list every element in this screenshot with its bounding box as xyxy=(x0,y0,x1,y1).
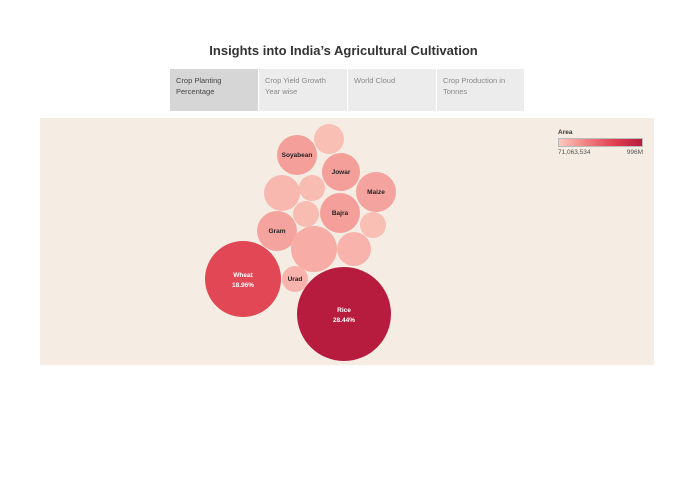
bubble-unlabeled-4[interactable] xyxy=(293,201,319,227)
bubble-label-urad: Urad xyxy=(288,276,303,283)
legend-min-label: 71,063,534 xyxy=(558,149,591,156)
bubble-unlabeled-2[interactable] xyxy=(264,175,300,211)
bubble-pct-wheat: 18.96% xyxy=(232,282,254,289)
bubble-chart-area: Rice 28.44% Wheat 18.96% Soyabean Jowar Maize B… xyxy=(40,118,654,365)
bubble-label-maize: Maize xyxy=(367,189,385,196)
legend-title: Area xyxy=(558,129,573,136)
bubble-pct-rice: 28.44% xyxy=(333,317,355,324)
page-title: Insights into India’s Agricultural Culti… xyxy=(209,43,478,58)
bubble-unlabeled-7[interactable] xyxy=(337,232,371,266)
bubble-unlabeled-5[interactable] xyxy=(360,212,386,238)
tab-world-cloud[interactable]: World Cloud xyxy=(348,69,437,111)
bubble-label-wheat: Wheat xyxy=(233,272,253,279)
bubble-label-bajra: Bajra xyxy=(332,210,349,217)
bubble-label-gram: Gram xyxy=(269,228,286,235)
tab-crop-production[interactable]: Crop Production in Tonnes xyxy=(437,69,525,111)
tab-crop-yield-growth[interactable]: Crop Yield Growth Year wise xyxy=(259,69,348,111)
bubble-label-jowar: Jowar xyxy=(332,169,351,176)
bubble-unlabeled-3[interactable] xyxy=(299,175,325,201)
legend-max-label: 996M xyxy=(626,149,643,156)
tab-bar: Crop Planting Percentage Crop Yield Grow… xyxy=(170,69,525,111)
legend-color-scale xyxy=(558,138,643,147)
area-legend: Area 71,063,534 996M xyxy=(558,129,648,156)
tab-crop-planting-percentage[interactable]: Crop Planting Percentage xyxy=(170,69,259,111)
bubble-unlabeled-1[interactable] xyxy=(314,124,344,154)
bubble-label-rice: Rice xyxy=(337,307,351,314)
bubble-wheat[interactable] xyxy=(205,241,281,317)
bubble-unlabeled-6[interactable] xyxy=(291,226,337,272)
bubble-label-soyabean: Soyabean xyxy=(282,152,313,159)
bubble-rice[interactable] xyxy=(297,267,391,361)
